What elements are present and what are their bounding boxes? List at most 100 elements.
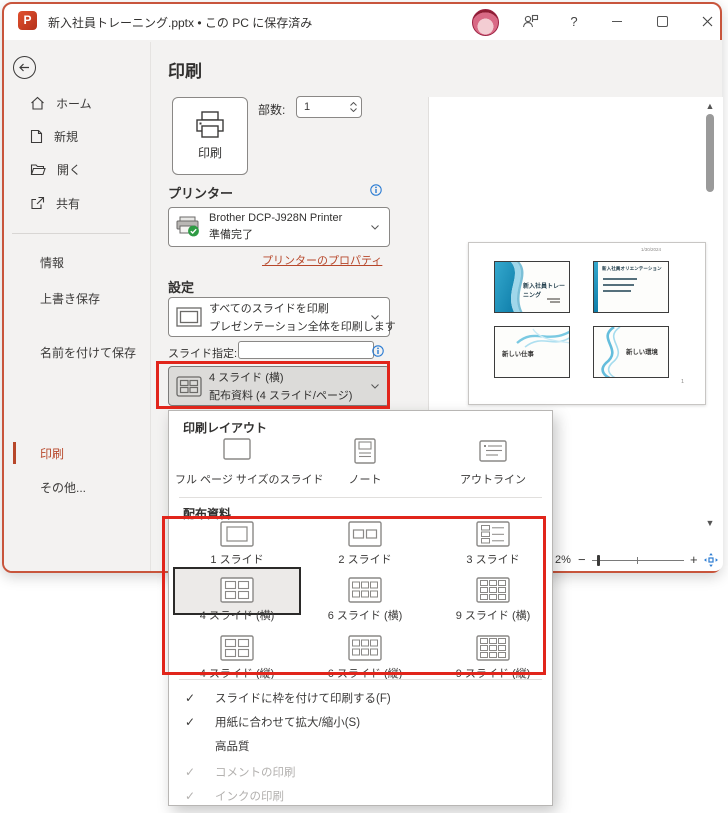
menu-item-outline[interactable]: アウトライン [431,437,555,487]
full-page-slide-icon [223,438,251,460]
annotation-box-handout-grid [162,516,546,675]
check-icon-disabled: ✓ [185,789,196,803]
slide-range-label: スライド指定: [168,348,238,360]
sidebar-item-more[interactable]: その他... [40,480,144,496]
chevron-down-icon [371,314,379,320]
stepper-down-icon [349,108,357,112]
help-button[interactable]: ? [561,10,587,32]
sidebar-item-label: 共有 [56,196,81,211]
slide-subtext-line [550,301,560,303]
fit-slide-icon [704,553,718,567]
print-range-dropdown[interactable]: すべてのスライドを印刷 プレゼンテーション全体を印刷します [168,297,396,337]
annotation-box-layout-dropdown [156,361,390,409]
home-icon [31,96,44,110]
preview-date: 1/30/2024 [641,247,662,252]
maximize-icon [656,15,668,27]
printer-section-header: プリンター [168,186,234,201]
menu-item-label: ノート [348,474,382,486]
page-title: 印刷 [168,62,202,81]
menu-option-high-quality[interactable]: 高品質 [169,735,552,757]
menu-option-label: 高品質 [215,741,250,753]
slide-title: 新しい仕事 [502,351,534,358]
sidebar-divider [150,42,151,571]
sidebar-selection-indicator [13,442,16,464]
printer-icon [196,111,224,138]
print-range-title: すべてのスライドを印刷 [209,303,329,315]
menu-option-print-comments: ✓ コメントの印刷 [169,761,552,783]
printer-properties-link[interactable]: プリンターのプロパティ [262,252,382,268]
back-button[interactable] [13,56,36,79]
menu-item-label: アウトライン [460,474,526,486]
person-flag-icon [522,14,538,27]
menu-option-print-ink: ✓ インクの印刷 [169,785,552,807]
copies-stepper[interactable]: 1 [296,96,362,118]
menu-option-label: インクの印刷 [215,791,284,803]
scrollbar-thumb[interactable] [706,114,714,192]
zoom-in-button[interactable]: + [690,552,698,567]
slide-title: 新入社員オリエンテーション [602,266,662,271]
sidebar-item-info[interactable]: 情報 [40,255,144,271]
back-arrow-icon [19,63,29,72]
slide-title: 新しい環境 [626,349,658,356]
preview-page-number: 1 [681,379,685,385]
account-avatar[interactable] [472,9,499,36]
minimize-button[interactable] [604,10,630,32]
print-button-label: 印刷 [197,146,222,160]
slides-frame-icon [169,307,209,327]
menu-option-frame-slides[interactable]: ✓ スライドに枠を付けて印刷する(F) [169,687,552,709]
powerpoint-app-icon: P [18,11,37,30]
print-button[interactable]: 印刷 [172,97,248,175]
menu-option-label: スライドに枠を付けて印刷する(F) [215,693,391,705]
menu-item-notes[interactable]: ノート [303,437,427,487]
scrollbar-up-arrow[interactable]: ▲ [703,100,717,112]
stepper-up-icon [349,102,357,106]
zoom-slider-track[interactable] [592,560,684,561]
slide-subtext-line [547,298,560,300]
share-icon [31,196,45,210]
slide-range-input[interactable] [238,341,374,359]
new-document-icon [30,129,43,143]
slide-bullet-line [603,290,631,292]
menu-divider [179,497,542,498]
sidebar-item-print[interactable]: 印刷 [40,446,144,462]
close-button[interactable] [694,10,720,32]
sidebar-item-label: ホーム [56,96,92,111]
printer-select-dropdown[interactable]: Brother DCP-J928N Printer 準備完了 [168,207,390,247]
scrollbar-down-arrow[interactable]: ▼ [703,517,717,529]
close-icon [702,16,712,26]
slide-range-info-icon[interactable] [372,345,384,357]
sidebar-item-save-as[interactable]: 名前を付けて保存 [40,345,136,361]
sidebar-item-label: 新規 [54,129,79,144]
zoom-slider-midpoint [637,557,638,564]
sidebar-item-open[interactable]: 開く [30,158,140,180]
zoom-out-button[interactable]: − [578,552,586,567]
chevron-down-icon [371,224,379,230]
menu-option-label: 用紙に合わせて拡大/縮小(S) [215,717,361,729]
screenshot-stage: P 新入社員トレーニング.pptx • この PC に保存済み ? ホーム 新規… [0,0,728,813]
sidebar-item-home[interactable]: ホーム [30,92,140,114]
menu-item-full-page-slides[interactable]: フル ページ サイズのスライド [175,437,324,487]
maximize-button[interactable] [649,10,675,32]
zoom-slider-thumb[interactable] [597,555,600,566]
printer-status-icon [169,216,209,238]
stepper-arrows[interactable] [345,102,361,112]
notes-page-icon [354,438,376,464]
slide-bullet-line [603,284,634,286]
sidebar-item-new[interactable]: 新規 [30,125,140,147]
fit-to-window-button[interactable] [704,553,718,567]
printer-info-icon[interactable] [370,184,382,196]
sidebar-item-save[interactable]: 上書き保存 [40,291,144,307]
check-icon-disabled: ✓ [185,765,196,779]
copies-label: 部数: [258,103,286,117]
check-icon: ✓ [185,715,196,729]
sidebar-item-share[interactable]: 共有 [30,192,140,214]
menu-option-scale-to-fit[interactable]: ✓ 用紙に合わせて拡大/縮小(S) [169,711,552,733]
settings-section-header: 設定 [168,280,195,295]
sidebar-section-divider [12,233,130,234]
menu-section-print-layout: 印刷レイアウト [183,421,268,435]
preview-slide-1: 新入社員トレーニング [494,261,570,313]
presenter-feedback-icon[interactable] [517,10,543,32]
preview-slide-4: 新しい環境 [593,326,669,378]
printer-status: 準備完了 [209,229,253,241]
preview-page: 1/30/2024 1 新入社員トレーニング 新入社員オリエンテーション 新しい… [468,242,706,405]
